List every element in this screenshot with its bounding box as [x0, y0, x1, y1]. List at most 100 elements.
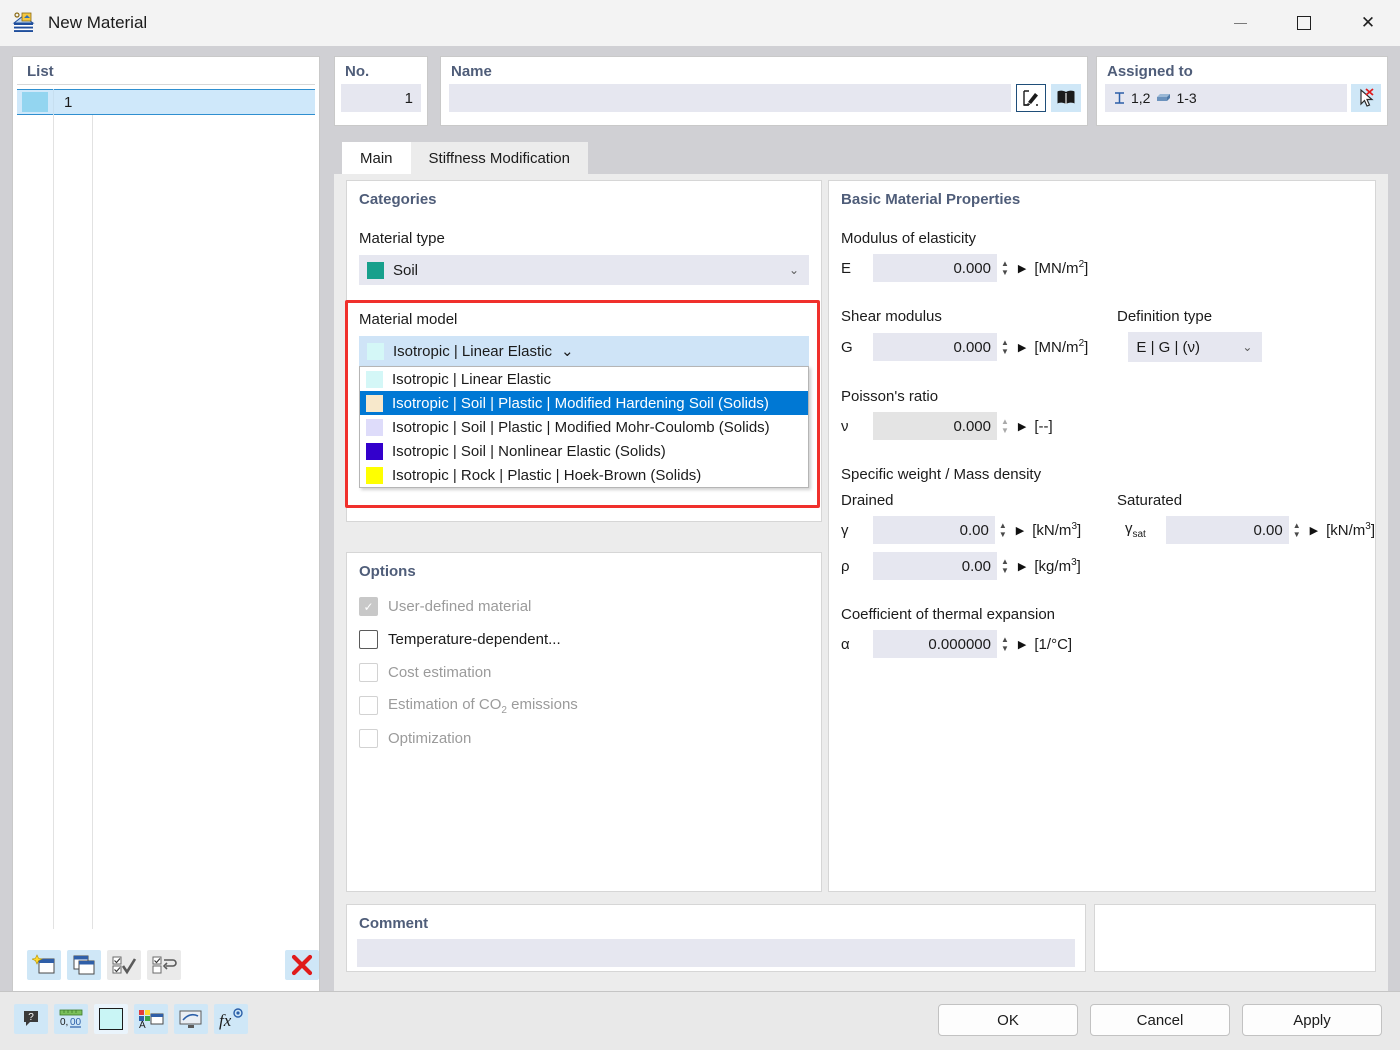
alpha-more-icon[interactable]: ▶ — [1018, 638, 1026, 651]
material-type-combo[interactable]: Soil ⌄ — [359, 255, 809, 285]
color-swatch-icon[interactable] — [94, 1004, 128, 1034]
dialog-buttons: OK Cancel Apply — [938, 1004, 1382, 1036]
gamma-more-icon[interactable]: ▶ — [1016, 524, 1024, 537]
new-material-dialog: New Material ✕ List 1 No. 1 Name Assigne… — [0, 0, 1400, 1050]
option-color-swatch — [366, 418, 383, 436]
material-model-option[interactable]: Isotropic | Linear Elastic — [360, 367, 808, 391]
rho-more-icon[interactable]: ▶ — [1018, 560, 1026, 573]
material-model-combo[interactable]: Isotropic | Linear Elastic ⌄ — [359, 336, 809, 366]
book-library-icon[interactable] — [1051, 84, 1081, 112]
list-header: List — [17, 57, 315, 85]
list-column-divider-2 — [92, 115, 93, 929]
material-model-color-swatch — [367, 342, 384, 360]
gamma-sat-more-icon[interactable]: ▶ — [1310, 524, 1318, 537]
poisson-input[interactable]: 0.000 — [873, 412, 997, 440]
option-optimization[interactable]: Optimization — [347, 722, 821, 755]
rho-symbol: ρ — [841, 557, 850, 575]
modulus-input[interactable]: 0.000 — [873, 254, 997, 282]
copy-window-icon[interactable] — [67, 950, 101, 980]
option-color-swatch — [366, 394, 383, 412]
rho-spinner[interactable]: ▲ ▼ — [1001, 558, 1009, 575]
close-icon[interactable]: ✕ — [1336, 0, 1400, 46]
edit-pencil-icon[interactable] — [1016, 84, 1046, 112]
modulus-more-icon[interactable]: ▶ — [1018, 262, 1026, 275]
help-bubble-icon[interactable]: ? — [14, 1004, 48, 1034]
option-co2-emissions[interactable]: Estimation of CO2 emissions — [347, 689, 821, 722]
option-cost-estimation[interactable]: Cost estimation — [347, 656, 821, 689]
cancel-button[interactable]: Cancel — [1090, 1004, 1230, 1036]
list-column-divider-1 — [53, 115, 54, 929]
checkbox-icon — [359, 729, 378, 748]
check-all-icon[interactable] — [107, 950, 141, 980]
tab-bar: Main Stiffness Modification — [342, 142, 588, 174]
option-temperature-dependent[interactable]: Temperature-dependent... — [347, 623, 821, 656]
definition-type-combo[interactable]: E | G | (ν) ⌄ — [1128, 332, 1263, 362]
number-panel: No. 1 — [334, 56, 428, 126]
alpha-spinner[interactable]: ▲ ▼ — [1001, 636, 1009, 653]
rho-input[interactable]: 0.00 — [873, 552, 997, 580]
shear-spinner[interactable]: ▲ ▼ — [1001, 339, 1009, 356]
assigned-to-field[interactable]: 1,2 1-3 — [1105, 84, 1347, 112]
gamma-unit: [kN/m3] — [1032, 521, 1082, 539]
red-x-icon[interactable] — [285, 950, 319, 980]
material-icon — [12, 11, 36, 35]
tab-main[interactable]: Main — [342, 142, 411, 174]
gamma-sat-input[interactable]: 0.00 — [1166, 516, 1289, 544]
material-model-wrapper: Isotropic | Linear Elastic ⌄ Isotropic |… — [359, 336, 809, 488]
monitor-icon[interactable] — [174, 1004, 208, 1034]
modulus-symbol: E — [841, 259, 852, 277]
option-user-defined-material[interactable]: ✓ User-defined material — [347, 590, 821, 623]
color-preview — [99, 1008, 123, 1030]
fx-icon[interactable]: fx — [214, 1004, 248, 1034]
apply-button[interactable]: Apply — [1242, 1004, 1382, 1036]
assigned-members-value: 1,2 — [1131, 90, 1151, 106]
gamma-sat-symbol: γsat — [1124, 520, 1146, 540]
name-input[interactable] — [449, 84, 1011, 112]
gamma-sat-unit: [kN/m3] — [1326, 521, 1375, 539]
svg-text:0,: 0, — [60, 1017, 68, 1028]
poisson-more-icon[interactable]: ▶ — [1018, 420, 1026, 433]
material-model-option[interactable]: Isotropic | Soil | Plastic | Modified Mo… — [360, 415, 808, 439]
row-number: 1 — [64, 93, 73, 111]
checkbox-icon — [359, 696, 378, 715]
new-window-star-icon[interactable] — [27, 950, 61, 980]
chevron-down-icon: ⌄ — [788, 263, 799, 277]
comment-input[interactable] — [357, 939, 1075, 967]
number-input[interactable]: 1 — [341, 84, 421, 112]
tab-stiffness-modification[interactable]: Stiffness Modification — [410, 142, 588, 174]
gamma-spinner[interactable]: ▲ ▼ — [999, 522, 1007, 539]
drained-label: Drained — [841, 492, 894, 509]
material-model-option[interactable]: Isotropic | Rock | Plastic | Hoek-Brown … — [360, 463, 808, 487]
assigned-to-panel: Assigned to 1,2 1-3 — [1096, 56, 1388, 126]
pick-cursor-icon[interactable] — [1351, 84, 1381, 112]
invert-selection-icon[interactable] — [147, 950, 181, 980]
shear-more-icon[interactable]: ▶ — [1018, 341, 1026, 354]
option-label: Estimation of CO2 emissions — [388, 695, 578, 716]
gamma-sat-spinner[interactable]: ▲ ▼ — [1293, 522, 1301, 539]
status-toolbar: ? 0, 00 A fx — [14, 1004, 248, 1034]
decimal-ruler-icon[interactable]: 0, 00 — [54, 1004, 88, 1034]
option-label: User-defined material — [388, 598, 532, 615]
assigned-solids: 1-3 — [1156, 90, 1197, 106]
gamma-input[interactable]: 0.00 — [872, 516, 995, 544]
material-model-option-selected[interactable]: Isotropic | Soil | Plastic | Modified Ha… — [360, 391, 808, 415]
table-row[interactable]: 1 — [17, 89, 315, 115]
poisson-spinner[interactable]: ▲ ▼ — [1001, 418, 1009, 435]
option-color-swatch — [366, 442, 383, 460]
shear-input[interactable]: 0.000 — [873, 333, 997, 361]
maximize-icon[interactable] — [1272, 0, 1336, 46]
material-model-option[interactable]: Isotropic | Soil | Nonlinear Elastic (So… — [360, 439, 808, 463]
modulus-spinner[interactable]: ▲ ▼ — [1001, 260, 1009, 277]
shear-unit: [MN/m2] — [1034, 338, 1089, 356]
alpha-input[interactable]: 0.000000 — [873, 630, 997, 658]
categories-card: Categories Material type Soil ⌄ Material… — [346, 180, 822, 522]
list-toolbar — [13, 939, 319, 991]
option-label: Isotropic | Linear Elastic — [392, 370, 551, 388]
display-properties-icon[interactable]: A — [134, 1004, 168, 1034]
gamma-row: γ 0.00 ▲ ▼ ▶ [kN/m3] γsat 0.00 ▲ ▼ ▶ [kN/m… — [829, 516, 1375, 544]
material-type-value: Soil — [393, 261, 419, 279]
ok-button[interactable]: OK — [938, 1004, 1078, 1036]
minimize-icon[interactable] — [1208, 0, 1272, 46]
weight-group-label: Specific weight / Mass density — [841, 466, 1042, 483]
thermal-group-label: Coefficient of thermal expansion — [841, 606, 1056, 623]
